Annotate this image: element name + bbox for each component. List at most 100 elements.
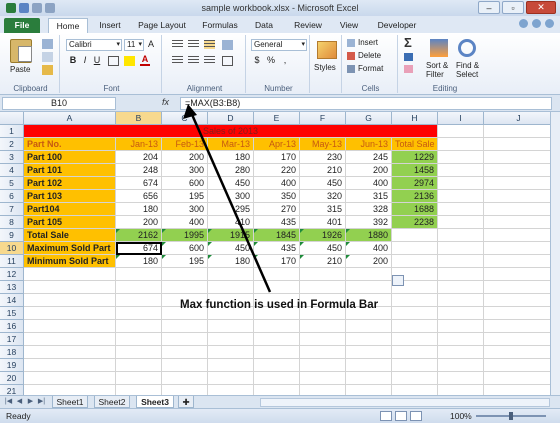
cell[interactable] xyxy=(438,203,484,216)
table-cell[interactable]: 2238 xyxy=(392,216,438,229)
table-cell[interactable]: 220 xyxy=(254,164,300,177)
insert-function-button[interactable]: fx xyxy=(162,97,169,107)
cell[interactable] xyxy=(484,203,550,216)
grow-font-button[interactable]: A xyxy=(146,39,156,49)
cell[interactable] xyxy=(162,359,208,372)
formula-input[interactable]: =MAX(B3:B8) xyxy=(180,97,552,110)
insert-sheet-icon[interactable]: ✚ xyxy=(178,396,194,408)
borders-icon[interactable] xyxy=(108,56,119,66)
total-cell[interactable]: 1926 xyxy=(300,229,346,242)
min-cell[interactable]: Minimum Sold Part xyxy=(24,255,116,268)
column-header-i[interactable]: I xyxy=(438,112,484,125)
cell[interactable] xyxy=(438,190,484,203)
page-layout-view-icon[interactable] xyxy=(395,411,407,421)
cell[interactable] xyxy=(438,385,484,395)
cell[interactable] xyxy=(438,333,484,346)
cell[interactable] xyxy=(254,372,300,385)
cell[interactable] xyxy=(438,125,484,138)
vertical-scrollbar[interactable] xyxy=(550,112,560,395)
max-cell[interactable]: 400 xyxy=(346,242,392,255)
cell[interactable] xyxy=(162,333,208,346)
column-header-a[interactable]: A xyxy=(24,112,116,125)
align-bottom-icon[interactable] xyxy=(204,40,215,49)
comma-button[interactable]: , xyxy=(280,55,290,65)
cell[interactable] xyxy=(208,346,254,359)
zoom-slider[interactable] xyxy=(476,412,546,420)
cell[interactable] xyxy=(116,320,162,333)
min-cell[interactable]: 200 xyxy=(346,255,392,268)
cell[interactable] xyxy=(438,359,484,372)
table-cell[interactable]: Part 100 xyxy=(24,151,116,164)
cell[interactable] xyxy=(300,320,346,333)
insert-button[interactable]: Insert xyxy=(358,38,378,47)
header-cell[interactable]: Apr-13 xyxy=(254,138,300,151)
cell[interactable] xyxy=(438,242,484,255)
undo-icon[interactable] xyxy=(32,3,42,13)
min-cell[interactable]: 180 xyxy=(116,255,162,268)
table-cell[interactable]: 210 xyxy=(300,164,346,177)
cell[interactable] xyxy=(24,333,116,346)
tab-insert[interactable]: Insert xyxy=(92,18,128,33)
row-header-19[interactable]: 19 xyxy=(0,359,24,372)
cell[interactable] xyxy=(392,255,438,268)
table-cell[interactable]: 2974 xyxy=(392,177,438,190)
cell[interactable] xyxy=(346,281,392,294)
cell[interactable] xyxy=(116,359,162,372)
tab-page-layout[interactable]: Page Layout xyxy=(134,18,190,33)
row-header-8[interactable]: 8 xyxy=(0,216,24,229)
cell[interactable] xyxy=(254,333,300,346)
window-restore-icon[interactable] xyxy=(545,19,554,28)
table-cell[interactable]: 270 xyxy=(254,203,300,216)
cell[interactable] xyxy=(254,359,300,372)
sheet-tab-1[interactable]: Sheet1 xyxy=(52,396,88,408)
table-cell[interactable]: 435 xyxy=(254,216,300,229)
total-cell[interactable]: 1915 xyxy=(208,229,254,242)
cell[interactable] xyxy=(116,307,162,320)
underline-button[interactable]: U xyxy=(92,55,102,65)
row-header-18[interactable]: 18 xyxy=(0,346,24,359)
cell[interactable] xyxy=(24,307,116,320)
max-cell[interactable]: 600 xyxy=(162,242,208,255)
column-header-g[interactable]: G xyxy=(346,112,392,125)
cell[interactable] xyxy=(392,242,438,255)
table-cell[interactable]: Part 102 xyxy=(24,177,116,190)
table-cell[interactable]: 180 xyxy=(116,203,162,216)
align-center-icon[interactable] xyxy=(188,56,199,65)
table-cell[interactable]: 200 xyxy=(116,216,162,229)
row-header-3[interactable]: 3 xyxy=(0,151,24,164)
min-cell[interactable]: 210 xyxy=(300,255,346,268)
table-cell[interactable]: 200 xyxy=(162,151,208,164)
table-cell[interactable]: 450 xyxy=(208,177,254,190)
cell[interactable] xyxy=(346,385,392,395)
align-right-icon[interactable] xyxy=(204,56,215,65)
orientation-icon[interactable] xyxy=(222,40,233,50)
copy-icon[interactable] xyxy=(42,52,53,62)
cell[interactable] xyxy=(116,333,162,346)
cell[interactable] xyxy=(392,346,438,359)
help-icon[interactable] xyxy=(519,19,528,28)
table-cell[interactable]: 392 xyxy=(346,216,392,229)
table-cell[interactable]: Part104 xyxy=(24,203,116,216)
align-top-icon[interactable] xyxy=(172,40,183,49)
cell[interactable] xyxy=(208,268,254,281)
minimize-button[interactable]: – xyxy=(478,1,500,14)
autosum-icon[interactable]: Σ xyxy=(404,35,412,50)
cell[interactable] xyxy=(24,281,116,294)
cell[interactable] xyxy=(438,255,484,268)
cell[interactable] xyxy=(484,177,550,190)
column-header-b[interactable]: B xyxy=(116,112,162,125)
find-select-label-2[interactable]: Select xyxy=(456,70,478,79)
delete-button[interactable]: Delete xyxy=(358,51,381,60)
cell[interactable] xyxy=(438,177,484,190)
max-cell[interactable]: 450 xyxy=(300,242,346,255)
cell[interactable] xyxy=(438,164,484,177)
merge-center-icon[interactable] xyxy=(222,56,233,66)
paste-icon[interactable] xyxy=(10,39,32,63)
cell[interactable] xyxy=(162,281,208,294)
max-cell[interactable]: Maximum Sold Part xyxy=(24,242,116,255)
table-cell[interactable]: 410 xyxy=(208,216,254,229)
worksheet-grid[interactable]: A B C D E F G H I J 1 2 3 4 5 6 7 8 9 10 11 12 13 14 15 16 17 18 19 2… xyxy=(0,112,550,395)
min-cell[interactable]: 180 xyxy=(208,255,254,268)
cell[interactable] xyxy=(484,229,550,242)
table-cell[interactable]: 674 xyxy=(116,177,162,190)
